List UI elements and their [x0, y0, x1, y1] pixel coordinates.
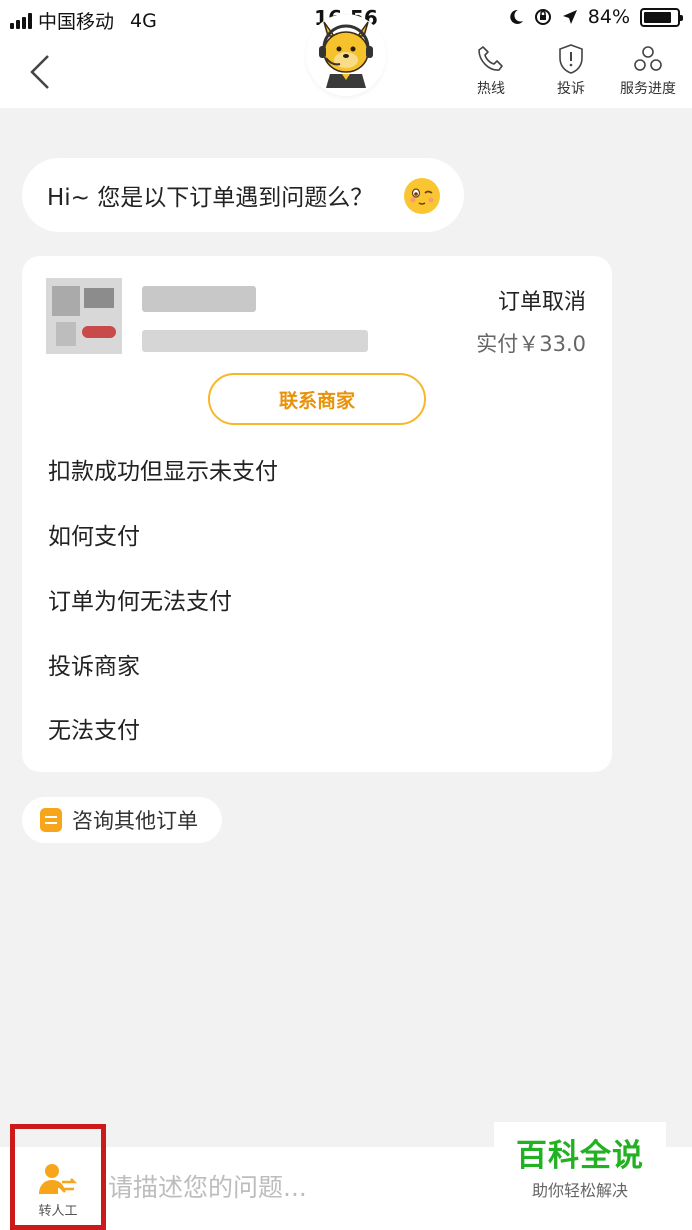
- message-input[interactable]: [108, 1160, 488, 1214]
- complaint-label: 投诉: [557, 81, 585, 97]
- faq-item[interactable]: 订单为何无法支付: [48, 582, 232, 616]
- faq-item[interactable]: 扣款成功但显示未支付: [48, 452, 278, 486]
- phone-icon: [474, 42, 508, 76]
- transfer-to-human-button[interactable]: 转人工: [10, 1124, 106, 1230]
- contact-merchant-button[interactable]: 联系商家: [208, 373, 426, 425]
- consult-other-orders-button[interactable]: 咨询其他订单: [22, 797, 222, 843]
- service-progress-label: 服务进度: [620, 81, 676, 97]
- greeting-text: Hi~ 您是以下订单遇到问题么？: [47, 185, 374, 211]
- status-right: 84%: [508, 6, 683, 28]
- wink-emoji-icon: [404, 178, 440, 214]
- document-icon: [40, 808, 62, 832]
- rotation-lock-icon: [534, 9, 551, 25]
- blurred-store-name: [142, 286, 256, 312]
- agent-transfer-icon: [39, 1164, 78, 1194]
- hotline-label: 热线: [477, 81, 505, 97]
- order-card[interactable]: 订单取消 实付￥33.0 联系商家 扣款成功但显示未支付 如何支付 订单为何无法…: [22, 256, 612, 772]
- transfer-label: 转人工: [38, 1204, 78, 1219]
- shield-alert-icon: [554, 42, 588, 76]
- battery-icon: [640, 7, 683, 27]
- order-status: 订单取消: [497, 290, 586, 315]
- greeting-bubble: Hi~ 您是以下订单遇到问题么？: [22, 158, 464, 232]
- battery-percent: 84%: [587, 6, 630, 28]
- progress-icon: [631, 42, 665, 76]
- kangaroo-mascot-icon: [319, 21, 373, 88]
- order-paid-amount: 实付￥33.0: [476, 332, 586, 356]
- blurred-order-items: [142, 330, 368, 352]
- faq-item[interactable]: 投诉商家: [48, 647, 140, 681]
- back-button[interactable]: [20, 50, 60, 94]
- product-thumbnail: [46, 278, 122, 354]
- mascot-avatar: [306, 14, 386, 96]
- complaint-button[interactable]: 投诉: [554, 42, 588, 98]
- faq-item[interactable]: 如何支付: [48, 517, 140, 551]
- chevron-left-icon: [30, 55, 49, 89]
- watermark: 百科全说 助你轻松解决: [494, 1122, 666, 1208]
- hotline-button[interactable]: 热线: [474, 42, 508, 98]
- watermark-subtitle: 助你轻松解决: [531, 1180, 628, 1200]
- consult-other-orders-label: 咨询其他订单: [72, 809, 198, 833]
- watermark-title: 百科全说: [516, 1137, 644, 1174]
- location-icon: [562, 10, 577, 24]
- moon-icon: [510, 9, 523, 24]
- faq-item[interactable]: 无法支付: [48, 711, 140, 745]
- service-progress-button[interactable]: 服务进度: [620, 42, 676, 98]
- battery-fill: [644, 11, 671, 23]
